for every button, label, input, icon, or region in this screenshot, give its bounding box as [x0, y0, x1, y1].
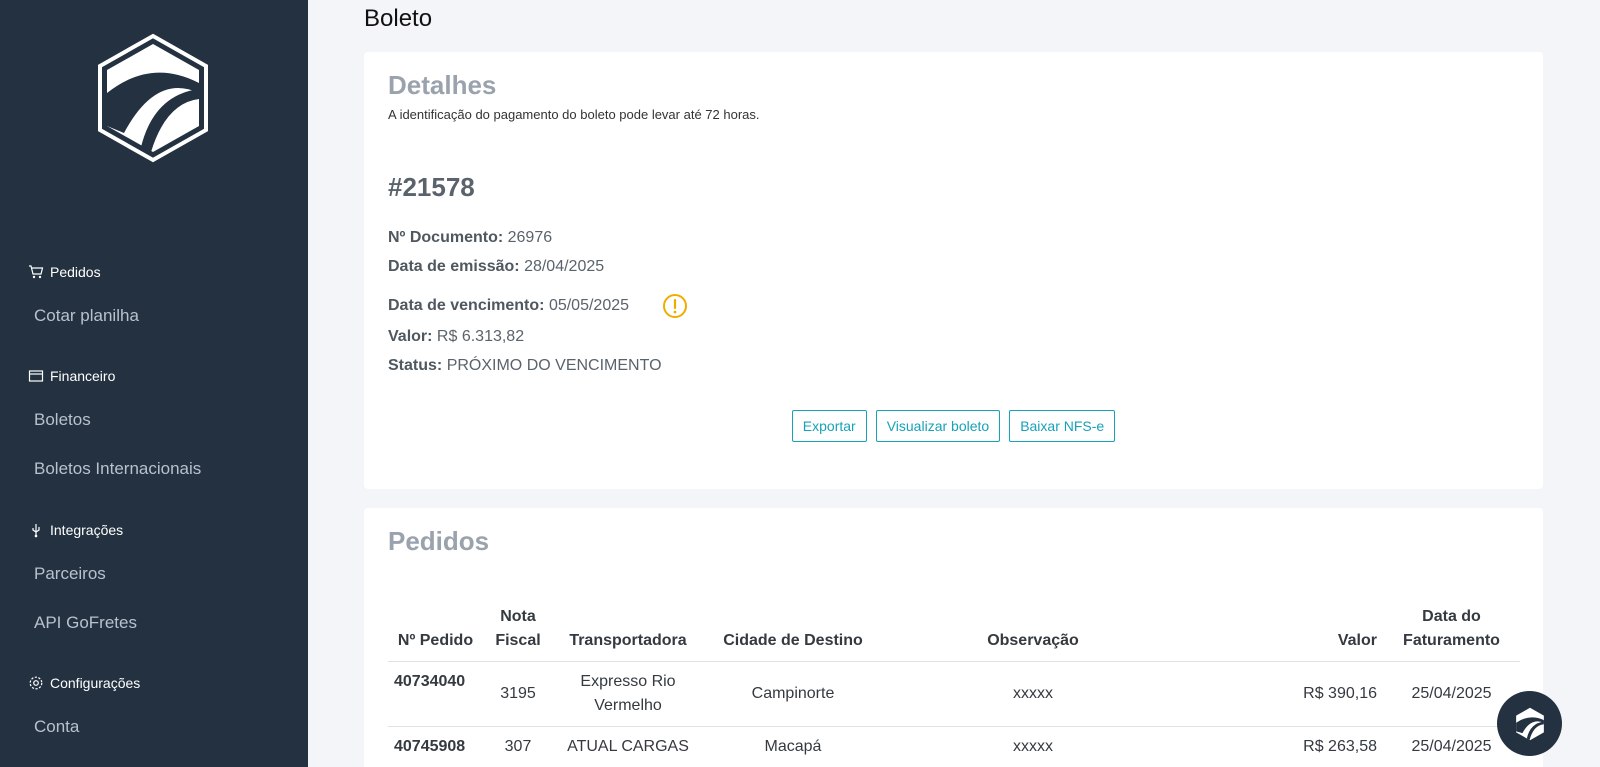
cell-observacao: xxxxx — [883, 726, 1183, 767]
cell-valor: R$ 390,16 — [1183, 661, 1383, 727]
col-header-pedido[interactable]: Nº Pedido — [388, 605, 483, 662]
sidebar: Pedidos Cotar planilha Financeiro Boleto… — [0, 0, 308, 767]
field-label: Data de emissão: — [388, 258, 520, 275]
cart-icon — [29, 265, 44, 279]
table-row[interactable]: 40734040 3195 Expresso Rio Vermelho Camp… — [388, 661, 1520, 727]
field-value: R$ 6.313,82 — [436, 328, 525, 345]
nav-group-financeiro: Financeiro — [28, 368, 115, 384]
field-valor: Valor: R$ 6.313,82 — [388, 328, 524, 346]
nav-group-integracoes: Integrações — [28, 522, 123, 538]
field-status: Status: PRÓXIMO DO VENCIMENTO — [388, 357, 662, 375]
page-title: Boleto — [364, 5, 433, 32]
col-header-data-faturamento[interactable]: Data do Faturamento — [1383, 605, 1520, 662]
boleto-number: #21578 — [388, 172, 475, 202]
gofretes-logo[interactable] — [96, 33, 210, 163]
warning-icon[interactable] — [662, 293, 688, 319]
usb-icon — [32, 524, 40, 538]
sidebar-item-cotar-planilha[interactable]: Cotar planilha — [34, 306, 139, 326]
sidebar-item-boletos[interactable]: Boletos — [34, 410, 91, 430]
field-emissao: Data de emissão: 28/04/2025 — [388, 258, 604, 276]
nav-group-label: Integrações — [50, 522, 124, 538]
field-documento: Nº Documento: 26976 — [388, 229, 552, 247]
nav-group-label: Financeiro — [50, 368, 116, 384]
col-header-transportadora[interactable]: Transportadora — [553, 605, 703, 662]
table-row[interactable]: 40745908 307 ATUAL CARGAS Macapá xxxxx R… — [388, 726, 1520, 767]
orders-table: Nº Pedido Nota Fiscal Transportadora Cid… — [388, 605, 1520, 767]
export-button[interactable]: Exportar — [791, 410, 867, 442]
field-label: Nº Documento: — [388, 229, 504, 246]
field-label: Data de vencimento: — [388, 297, 545, 314]
sidebar-item-parceiros[interactable]: Parceiros — [34, 564, 106, 584]
nav-group-label: Configurações — [50, 675, 141, 691]
field-value: PRÓXIMO DO VENCIMENTO — [446, 357, 662, 374]
nav-group-pedidos: Pedidos — [28, 264, 101, 280]
orders-title: Pedidos — [388, 526, 490, 556]
field-vencimento: Data de vencimento: 05/05/2025 — [388, 297, 629, 315]
details-subtitle: A identificação do pagamento do boleto p… — [388, 107, 760, 122]
col-header-nota-fiscal[interactable]: Nota Fiscal — [483, 605, 553, 662]
table-header-row: Nº Pedido Nota Fiscal Transportadora Cid… — [388, 605, 1520, 662]
col-header-valor[interactable]: Valor — [1183, 605, 1383, 662]
main-content: Boleto Detalhes A identificação do pagam… — [308, 0, 1600, 767]
chat-fab-button[interactable] — [1497, 691, 1562, 756]
nav-group-label: Pedidos — [50, 264, 101, 280]
field-value: 26976 — [507, 229, 553, 246]
cell-pedido: 40745908 — [388, 726, 483, 767]
field-label: Status: — [388, 357, 443, 374]
action-buttons: Exportar Visualizar boleto Baixar NFS-e — [364, 410, 1543, 442]
cell-transportadora: Expresso Rio Vermelho — [553, 661, 703, 727]
nav-group-configuracoes: Configurações — [28, 675, 140, 691]
view-boleto-button[interactable]: Visualizar boleto — [875, 410, 1001, 442]
orders-card: Pedidos Nº Pedido Nota Fiscal Transporta… — [364, 508, 1543, 767]
gear-icon — [29, 676, 43, 690]
cell-valor: R$ 263,58 — [1183, 726, 1383, 767]
col-header-cidade-destino[interactable]: Cidade de Destino — [703, 605, 883, 662]
cell-nota-fiscal: 3195 — [483, 661, 553, 727]
col-header-observacao[interactable]: Observação — [883, 605, 1183, 662]
details-card: Detalhes A identificação do pagamento do… — [364, 52, 1543, 489]
cell-cidade: Campinorte — [703, 661, 883, 727]
gofretes-logo-icon — [1515, 707, 1544, 740]
cell-observacao: xxxxx — [883, 661, 1183, 727]
sidebar-item-boletos-internacionais[interactable]: Boletos Internacionais — [34, 459, 201, 479]
download-nfse-button[interactable]: Baixar NFS-e — [1009, 410, 1116, 442]
wallet-icon — [28, 370, 44, 382]
sidebar-item-api-gofretes[interactable]: API GoFretes — [34, 613, 137, 633]
cell-transportadora: ATUAL CARGAS — [553, 726, 703, 767]
cell-pedido: 40734040 — [388, 661, 483, 727]
details-title: Detalhes — [388, 70, 497, 100]
field-value: 05/05/2025 — [548, 297, 630, 314]
field-label: Valor: — [388, 328, 433, 345]
cell-nota-fiscal: 307 — [483, 726, 553, 767]
sidebar-item-conta[interactable]: Conta — [34, 717, 79, 737]
field-value: 28/04/2025 — [524, 258, 605, 275]
cell-cidade: Macapá — [703, 726, 883, 767]
